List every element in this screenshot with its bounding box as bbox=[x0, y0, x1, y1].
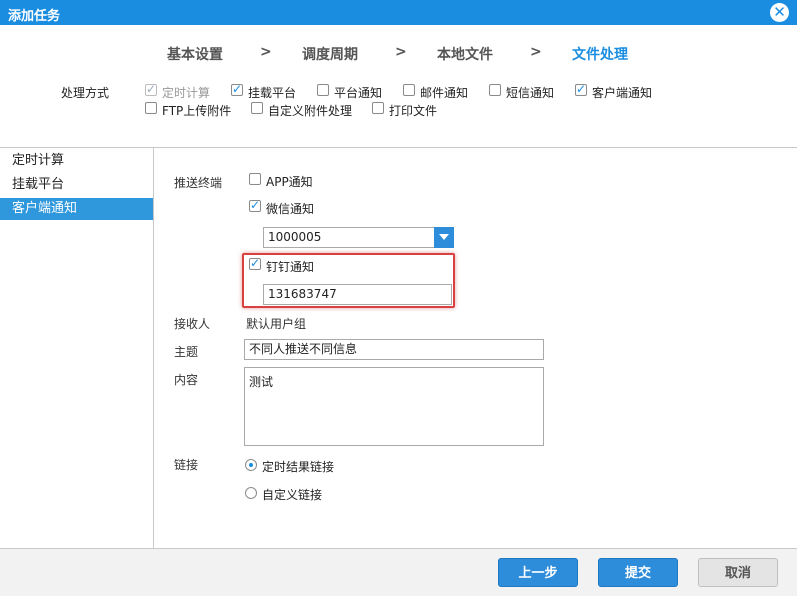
link-option-label: 自定义链接 bbox=[262, 488, 323, 502]
subject-label: 主题 bbox=[174, 345, 199, 359]
method-checkbox-platform-notify[interactable] bbox=[317, 84, 329, 96]
sidebar-item-timed-calc[interactable]: 定时计算 bbox=[0, 150, 153, 172]
cancel-button[interactable]: 取消 bbox=[698, 558, 778, 587]
chevron-down-icon[interactable] bbox=[434, 227, 454, 248]
method-checkbox-email-notify[interactable] bbox=[403, 84, 415, 96]
content-textarea[interactable]: 测试 bbox=[244, 367, 544, 446]
title-bar: 添加任务 ✕ bbox=[0, 0, 797, 25]
subject-input[interactable]: 不同人推送不同信息 bbox=[244, 339, 544, 360]
link-radio-timed-result[interactable] bbox=[245, 459, 257, 471]
step-separator: > bbox=[260, 44, 272, 60]
footer-bar: 上一步 提交 取消 bbox=[0, 548, 797, 596]
method-checkbox-custom-attachment[interactable] bbox=[251, 102, 263, 114]
wechat-notify-checkbox[interactable] bbox=[249, 198, 261, 212]
link-label: 链接 bbox=[174, 458, 199, 472]
method-option-label: 打印文件 bbox=[389, 104, 438, 118]
dingtalk-notify-checkbox[interactable] bbox=[249, 256, 261, 270]
window-title: 添加任务 bbox=[8, 9, 61, 24]
step-separator: > bbox=[395, 44, 407, 60]
step-nav: 基本设置 > 调度周期 > 本地文件 > 文件处理 bbox=[0, 44, 797, 64]
method-option-label: 短信通知 bbox=[506, 86, 555, 100]
method-option-label: 自定义附件处理 bbox=[268, 104, 353, 118]
method-option-label: 平台通知 bbox=[334, 86, 383, 100]
method-checkbox-mount-platform[interactable] bbox=[231, 82, 243, 96]
method-option-label: 邮件通知 bbox=[420, 86, 469, 100]
link-radio-custom[interactable] bbox=[245, 487, 257, 499]
step-separator: > bbox=[530, 44, 542, 60]
submit-button[interactable]: 提交 bbox=[598, 558, 678, 587]
sidebar-item-mount-platform[interactable]: 挂载平台 bbox=[0, 174, 153, 196]
link-option-label: 定时结果链接 bbox=[262, 460, 335, 474]
receiver-value[interactable]: 默认用户组 bbox=[246, 315, 306, 332]
close-icon[interactable]: ✕ bbox=[770, 3, 789, 22]
sidebar: 定时计算 挂载平台 客户端通知 bbox=[0, 148, 154, 548]
push-terminal-label: 推送终端 bbox=[174, 176, 223, 190]
app-notify-label: APP通知 bbox=[266, 175, 313, 189]
method-checkbox-ftp-upload[interactable] bbox=[145, 102, 157, 114]
method-option-label: 定时计算 bbox=[162, 86, 211, 100]
method-checkbox-client-notify[interactable] bbox=[575, 82, 587, 96]
method-checkbox-print-file[interactable] bbox=[372, 102, 384, 114]
method-option-label: 客户端通知 bbox=[592, 86, 653, 100]
wechat-notify-label: 微信通知 bbox=[266, 202, 315, 216]
wechat-agent-select[interactable]: 1000005 bbox=[263, 227, 435, 248]
sidebar-item-client-notify[interactable]: 客户端通知 bbox=[0, 198, 153, 220]
step-local-file[interactable]: 本地文件 bbox=[437, 44, 493, 64]
method-checkbox-timed-calc bbox=[145, 82, 157, 96]
dingtalk-id-input[interactable]: 131683747 bbox=[263, 284, 452, 305]
method-option-label: 挂载平台 bbox=[248, 86, 297, 100]
step-file-processing[interactable]: 文件处理 bbox=[572, 44, 628, 64]
receiver-label: 接收人 bbox=[174, 317, 211, 331]
step-schedule[interactable]: 调度周期 bbox=[302, 44, 358, 64]
step-basic-settings[interactable]: 基本设置 bbox=[167, 44, 223, 64]
method-option-label: FTP上传附件 bbox=[162, 104, 232, 118]
method-checkbox-sms-notify[interactable] bbox=[489, 84, 501, 96]
method-label: 处理方式 bbox=[61, 86, 110, 100]
content-label: 内容 bbox=[174, 373, 199, 387]
prev-step-button[interactable]: 上一步 bbox=[498, 558, 578, 587]
app-notify-checkbox[interactable] bbox=[249, 173, 261, 185]
dingtalk-notify-label: 钉钉通知 bbox=[266, 260, 315, 274]
